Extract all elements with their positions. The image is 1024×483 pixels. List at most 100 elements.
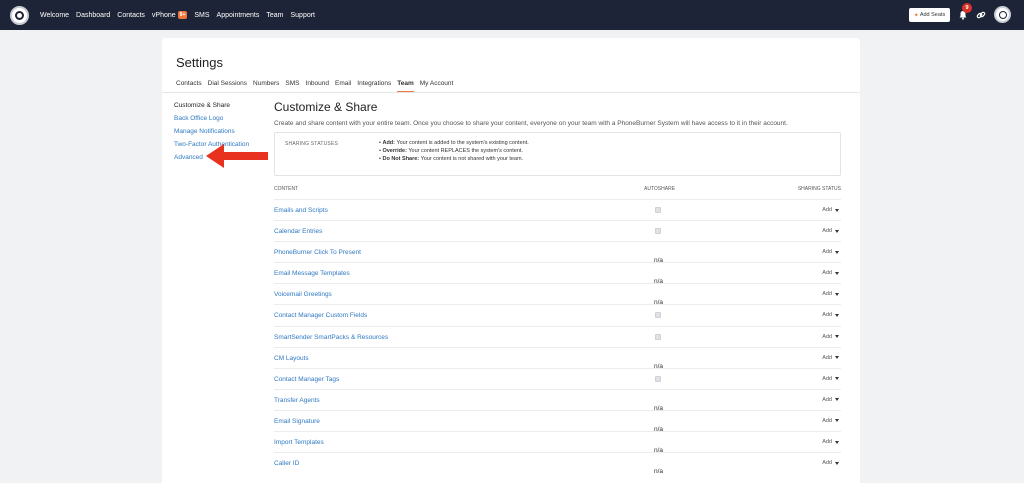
autoshare-checkbox[interactable] [655,312,661,319]
page-title: Settings [176,55,223,70]
sharing-status-value: Add [822,249,832,256]
header-content: CONTENT [274,186,299,192]
table-row: Import Templates n/a Add [274,431,841,454]
sharing-status-value: Add [822,354,832,361]
content-link[interactable]: SmartSender SmartPacks & Resources [274,334,388,341]
sharing-status-dropdown[interactable]: Add [822,312,839,318]
autoshare-checkbox[interactable] [655,207,661,213]
sharing-status-dropdown[interactable]: Add [822,270,839,276]
header-sharing-status: SHARING STATUS [797,186,841,192]
tab-team[interactable]: Team [397,80,414,93]
tab-contacts[interactable]: Contacts [176,80,202,92]
nav-link-team[interactable]: Team [266,12,283,19]
sharing-status-dropdown[interactable]: Add [822,207,839,213]
table-row: Voicemail Greetings n/a Add [274,283,841,306]
caret-down-icon [835,271,839,275]
table-row: CM Layouts n/a Add [274,346,841,370]
nav-link-dashboard[interactable]: Dashboard [76,12,110,19]
side-item-manage-notifications[interactable]: Manage Notifications [174,128,274,141]
autoshare-cell [655,312,661,319]
sharing-status-dropdown[interactable]: Add [822,291,839,297]
autoshare-cell [655,207,661,213]
nav-link-contacts[interactable]: Contacts [117,12,145,19]
autoshare-cell [655,228,661,235]
table-row: Email Message Templates n/a Add [274,262,841,285]
content-link[interactable]: Contact Manager Tags [274,376,339,383]
sharing-status-dropdown[interactable]: Add [822,355,839,361]
sharing-statuses-label: SHARING STATUSES [285,141,339,147]
content-table: Emails and Scripts Add Calendar Entries Add… [274,199,841,475]
nav-link-appointments[interactable]: Appointments [217,12,260,19]
autoshare-checkbox[interactable] [655,375,661,382]
content-link[interactable]: Email Signature [274,418,320,425]
logo-icon[interactable] [10,6,29,25]
settings-tabs: Contacts Dial Sessions Numbers SMS Inbou… [176,80,459,93]
caret-down-icon [835,419,839,423]
autoshare-checkbox[interactable] [655,228,661,235]
tab-sms[interactable]: SMS [285,80,299,92]
nav-link-vphone[interactable]: vPhone 9+ [152,11,188,19]
nav-link-welcome[interactable]: Welcome [40,12,69,19]
star-icon: ✦ [913,12,919,19]
sharing-status-value: Add [822,375,832,382]
content-link[interactable]: Caller ID [274,460,299,467]
side-item-back-office-logo[interactable]: Back Office Logo [174,115,274,128]
link-icon[interactable] [976,10,986,20]
tab-my-account[interactable]: My Account [420,80,454,92]
nav-link-sms[interactable]: SMS [194,12,209,19]
caret-down-icon [835,208,839,212]
table-row: Emails and Scripts Add [274,199,841,220]
red-arrow-annotation [206,144,268,168]
sharing-status-dropdown[interactable]: Add [822,439,839,445]
sharing-status-value: Add [822,417,832,424]
table-row: Calendar Entries Add [274,220,841,241]
content-link[interactable]: Email Message Templates [274,270,350,277]
side-item-customize-share[interactable]: Customize & Share [174,102,274,115]
autoshare-cell [655,375,661,382]
tab-integrations[interactable]: Integrations [357,80,391,92]
content-link[interactable]: Emails and Scripts [274,207,328,214]
status-item-add: Add: Your content is added to the system… [379,139,528,147]
tab-inbound[interactable]: Inbound [306,80,330,92]
sharing-status-dropdown[interactable]: Add [822,334,839,340]
sharing-status-value: Add [822,396,832,403]
caret-down-icon [835,398,839,402]
sharing-status-dropdown[interactable]: Add [822,418,839,424]
status-item-do-not-share: Do Not Share: Your content is not shared… [379,155,529,163]
tab-dial-sessions[interactable]: Dial Sessions [208,80,247,92]
nav-link-support[interactable]: Support [290,12,315,19]
sharing-status-value: Add [822,291,832,298]
autoshare-cell [655,333,661,340]
sharing-status-dropdown[interactable]: Add [822,460,839,466]
sharing-status-value: Add [822,439,832,446]
tab-numbers[interactable]: Numbers [253,80,279,92]
caret-down-icon [835,461,839,465]
sharing-status-value: Add [822,207,832,213]
content-link[interactable]: PhoneBurner Click To Present [274,249,361,256]
caret-down-icon [835,313,839,317]
tab-email[interactable]: Email [335,80,351,92]
sharing-status-dropdown[interactable]: Add [822,249,839,255]
nav-links: Welcome Dashboard Contacts vPhone 9+ SMS… [40,0,322,30]
section-description: Create and share content with your entir… [274,120,788,127]
avatar-icon[interactable] [994,6,1011,23]
content-link[interactable]: Import Templates [274,439,324,446]
sharing-status-value: Add [822,460,832,467]
table-row: Email Signature n/a Add [274,409,841,433]
sharing-statuses-box: SHARING STATUSES Add: Your content is ad… [274,132,841,176]
sharing-status-dropdown[interactable]: Add [822,397,839,403]
content-link[interactable]: Transfer Agents [274,397,320,404]
settings-card: Settings Contacts Dial Sessions Numbers … [162,38,860,483]
autoshare-checkbox[interactable] [655,333,661,340]
content-link[interactable]: Contact Manager Custom Fields [274,312,367,319]
caret-down-icon [835,250,839,254]
notification-count-badge: 9 [962,3,972,13]
sharing-status-dropdown[interactable]: Add [822,376,839,382]
top-nav: Welcome Dashboard Contacts vPhone 9+ SMS… [0,0,1024,30]
content-link[interactable]: Voicemail Greetings [274,291,332,298]
sharing-status-value: Add [822,228,832,235]
content-link[interactable]: Calendar Entries [274,228,322,235]
content-link[interactable]: CM Layouts [274,355,309,362]
sharing-status-dropdown[interactable]: Add [822,228,839,234]
add-seats-button[interactable]: ✦ Add Seats [909,8,950,22]
